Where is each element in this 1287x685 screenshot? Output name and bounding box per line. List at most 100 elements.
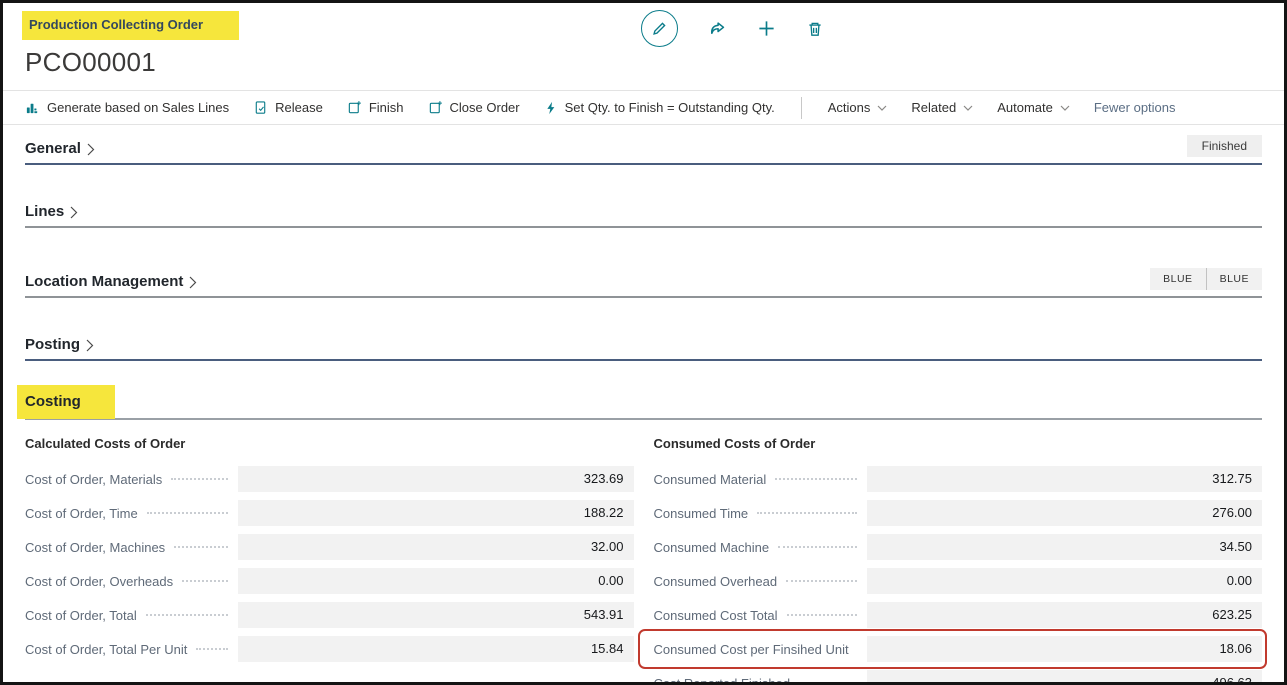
field-value[interactable]: 32.00 [238,534,634,560]
set-qty-to-finish-button[interactable]: Set Qty. to Finish = Outstanding Qty. [544,100,775,115]
costing-grid: Calculated Costs of Order Cost of Order,… [25,436,1262,685]
field-value[interactable]: 543.91 [238,602,634,628]
column-header: Consumed Costs of Order [654,436,1263,452]
section-label: Posting [25,336,80,353]
dotted-leader [196,648,228,650]
automate-menu[interactable]: Automate [997,100,1070,115]
location-badges: BLUE BLUE [1150,268,1262,290]
chevron-right-icon [87,143,95,156]
field-value[interactable]: 496.63 [867,670,1263,685]
chevron-right-icon [86,339,94,352]
field-value[interactable]: 34.50 [867,534,1263,560]
location-badge[interactable]: BLUE [1150,268,1206,290]
field-label: Cost of Order, Materials [25,472,162,487]
field-cost-of-order-overheads: Cost of Order, Overheads 0.00 [25,568,634,594]
chevron-down-icon [877,105,887,112]
section-location-management-header[interactable]: Location Management BLUE BLUE [25,268,1262,298]
section-costing-header[interactable]: Costing [25,393,1262,420]
field-value[interactable]: 188.22 [238,500,634,526]
action-bar: Generate based on Sales Lines Release Fi… [3,91,1284,124]
field-consumed-cost-total: Consumed Cost Total 623.25 [654,602,1263,628]
action-label: Release [275,100,323,115]
section-label: Location Management [25,273,183,290]
page-title: PCO00001 [25,47,1262,78]
breadcrumb[interactable]: Production Collecting Order [22,11,239,40]
dotted-leader [147,512,228,514]
field-label: Cost of Order, Total Per Unit [25,642,187,657]
square-plus-icon [347,100,362,115]
field-label: Consumed Material [654,472,767,487]
field-label: Consumed Cost Total [654,608,778,623]
dotted-leader [757,512,856,514]
section-general: General Finished [25,135,1262,165]
field-label: Consumed Time [654,506,749,521]
fewer-options-button[interactable]: Fewer options [1094,100,1176,115]
section-label: Lines [25,203,64,220]
section-posting-header[interactable]: Posting [25,336,1262,361]
field-cost-reported-finished: Cost Reported Finished 496.63 [654,670,1263,685]
field-value[interactable]: 276.00 [867,500,1263,526]
actions-menu[interactable]: Actions [828,100,888,115]
release-button[interactable]: Release [253,100,323,115]
menu-label: Actions [828,100,871,115]
dotted-leader [146,614,228,616]
dotted-leader [786,580,856,582]
section-lines-header[interactable]: Lines [25,203,1262,228]
consumed-costs-column: Consumed Costs of Order Consumed Materia… [654,436,1263,685]
toolbar-divider [801,97,802,119]
header-action-icons [641,10,824,47]
dotted-leader [787,614,857,616]
menu-label: Related [911,100,956,115]
action-label: Generate based on Sales Lines [47,100,229,115]
divider [3,124,1284,125]
new-button[interactable] [757,19,776,38]
page-content: General Finished Lines [3,135,1284,685]
field-consumed-cost-per-finished-unit: Consumed Cost per Finsihed Unit 18.06 [654,636,1263,662]
lightning-icon [544,101,558,115]
field-value[interactable]: 15.84 [238,636,634,662]
section-label: General [25,140,81,157]
calculated-costs-column: Calculated Costs of Order Cost of Order,… [25,436,634,685]
section-general-header[interactable]: General Finished [25,135,1262,165]
finish-button[interactable]: Finish [347,100,404,115]
chevron-down-icon [1060,105,1070,112]
dotted-leader [182,580,228,582]
chevron-right-icon [70,206,78,219]
field-value[interactable]: 323.69 [238,466,634,492]
action-label: Close Order [450,100,520,115]
status-badge[interactable]: Finished [1187,135,1262,157]
trash-icon [806,20,824,38]
edit-button[interactable] [641,10,678,47]
field-label: Cost of Order, Machines [25,540,165,555]
location-badge[interactable]: BLUE [1207,268,1262,290]
bar-chart-icon [25,100,40,115]
section-lines: Lines [25,203,1262,228]
menu-label: Automate [997,100,1053,115]
field-cost-of-order-materials: Cost of Order, Materials 323.69 [25,466,634,492]
dotted-leader [171,478,228,480]
field-value[interactable]: 0.00 [238,568,634,594]
square-plus-icon [428,100,443,115]
field-value[interactable]: 312.75 [867,466,1263,492]
production-collecting-order-page: Production Collecting Order [0,0,1287,685]
share-button[interactable] [708,19,727,38]
field-value[interactable]: 18.06 [867,636,1263,662]
card-header: Production Collecting Order [3,3,1284,78]
field-cost-of-order-total-per-unit: Cost of Order, Total Per Unit 15.84 [25,636,634,662]
column-header: Calculated Costs of Order [25,436,634,452]
field-label: Cost of Order, Overheads [25,574,173,589]
field-value[interactable]: 623.25 [867,602,1263,628]
generate-based-on-sales-lines-button[interactable]: Generate based on Sales Lines [25,100,229,115]
field-label: Consumed Cost per Finsihed Unit [654,642,849,657]
field-value[interactable]: 0.00 [867,568,1263,594]
plus-icon [757,19,776,38]
close-order-button[interactable]: Close Order [428,100,520,115]
field-label: Cost of Order, Time [25,506,138,521]
delete-button[interactable] [806,20,824,38]
field-consumed-machine: Consumed Machine 34.50 [654,534,1263,560]
related-menu[interactable]: Related [911,100,973,115]
dotted-leader [778,546,856,548]
section-location-management: Location Management BLUE BLUE [25,268,1262,298]
field-consumed-material: Consumed Material 312.75 [654,466,1263,492]
action-label: Set Qty. to Finish = Outstanding Qty. [565,100,775,115]
